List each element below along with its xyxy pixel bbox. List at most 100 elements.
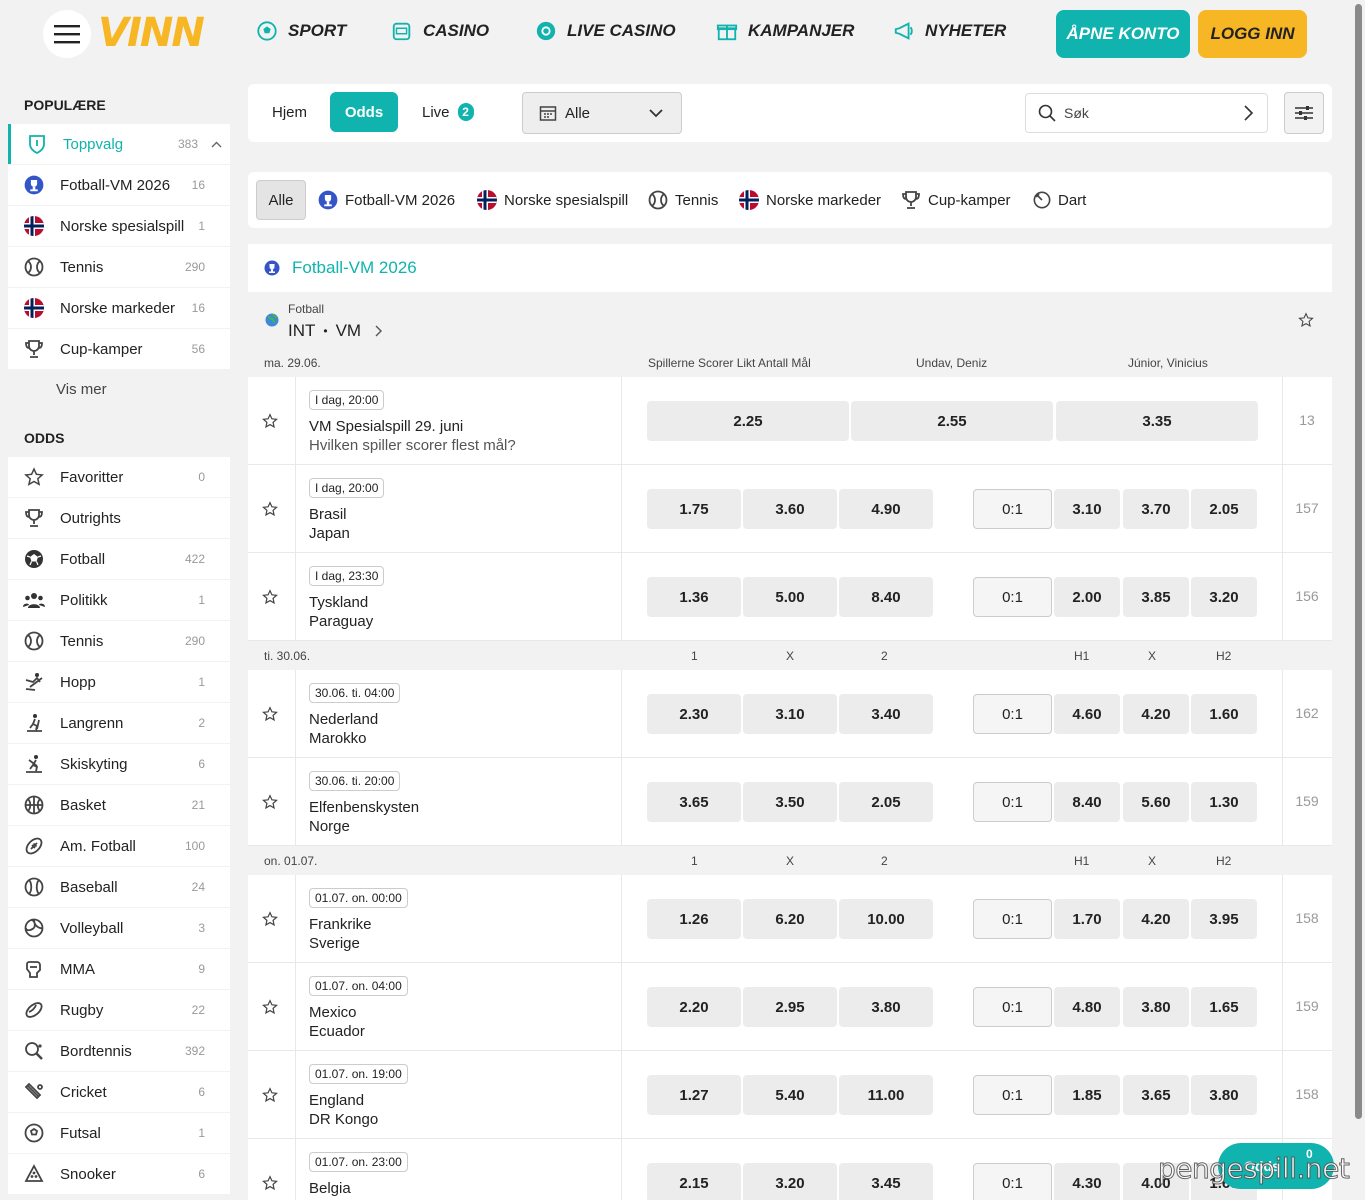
- odds-button[interactable]: 2.55: [851, 401, 1053, 441]
- handicap-odds-button[interactable]: 8.40: [1054, 782, 1120, 822]
- favorite-star-icon[interactable]: [262, 706, 278, 722]
- nav-casino[interactable]: CASINO: [391, 20, 489, 42]
- odds-button[interactable]: 3.50: [743, 782, 837, 822]
- home-team[interactable]: Brasil: [309, 506, 347, 523]
- favorite-star-icon[interactable]: [1298, 312, 1314, 328]
- more-markets-count[interactable]: 156: [1282, 588, 1332, 604]
- handicap-button[interactable]: 0:1: [973, 577, 1052, 617]
- handicap-odds-button[interactable]: 1.65: [1191, 987, 1257, 1027]
- category-chip[interactable]: Norske markeder: [739, 180, 881, 220]
- date-filter-dropdown[interactable]: Alle: [522, 92, 682, 134]
- sidebar-sport-item[interactable]: Tennis 290: [8, 621, 230, 661]
- odds-button[interactable]: 3.80: [839, 987, 933, 1027]
- page-scrollbar[interactable]: [1352, 0, 1365, 1200]
- more-markets-count[interactable]: 159: [1282, 793, 1332, 809]
- open-account-button[interactable]: ÅPNE KONTO: [1056, 10, 1190, 58]
- handicap-button[interactable]: 0:1: [973, 694, 1052, 734]
- odds-button[interactable]: 3.45: [839, 1163, 933, 1200]
- handicap-odds-button[interactable]: 3.85: [1123, 577, 1189, 617]
- handicap-button[interactable]: 0:1: [973, 1163, 1052, 1200]
- sidebar-sport-item[interactable]: Snooker 6: [8, 1154, 230, 1194]
- more-markets-count[interactable]: 162: [1282, 705, 1332, 721]
- odds-button[interactable]: 1.27: [647, 1075, 741, 1115]
- away-team[interactable]: Norge: [309, 818, 350, 835]
- tab-odds[interactable]: Odds: [330, 92, 398, 132]
- odds-button[interactable]: 3.20: [743, 1163, 837, 1200]
- sidebar-sport-item[interactable]: Baseball 24: [8, 867, 230, 907]
- search-input[interactable]: Søk: [1025, 93, 1268, 133]
- handicap-button[interactable]: 0:1: [973, 1075, 1052, 1115]
- favorite-star-icon[interactable]: [262, 794, 278, 810]
- odds-button[interactable]: 4.90: [839, 489, 933, 529]
- sidebar-sport-item[interactable]: Volleyball 3: [8, 908, 230, 948]
- favorite-star-icon[interactable]: [262, 1087, 278, 1103]
- sidebar-sport-item[interactable]: MMA 9: [8, 949, 230, 989]
- handicap-odds-button[interactable]: 1.60: [1191, 694, 1257, 734]
- away-team[interactable]: Marokko: [309, 730, 367, 747]
- handicap-odds-button[interactable]: 3.80: [1191, 1075, 1257, 1115]
- sidebar-popular-item[interactable]: Norske spesialspill 1: [8, 206, 230, 246]
- chevron-right-icon[interactable]: [1244, 105, 1253, 121]
- odds-button[interactable]: 11.00: [839, 1075, 933, 1115]
- favorite-star-icon[interactable]: [262, 999, 278, 1015]
- sidebar-popular-item[interactable]: Cup-kamper 56: [8, 329, 230, 369]
- category-chip[interactable]: Cup-kamper: [901, 180, 1011, 220]
- handicap-odds-button[interactable]: 3.95: [1191, 899, 1257, 939]
- show-more-link[interactable]: Vis mer: [56, 381, 107, 398]
- handicap-odds-button[interactable]: 4.20: [1123, 694, 1189, 734]
- sidebar-popular-item[interactable]: Fotball-VM 2026 16: [8, 165, 230, 205]
- odds-button[interactable]: 5.40: [743, 1075, 837, 1115]
- handicap-button[interactable]: 0:1: [973, 489, 1052, 529]
- handicap-odds-button[interactable]: 3.80: [1123, 987, 1189, 1027]
- sidebar-popular-item[interactable]: Tennis 290: [8, 247, 230, 287]
- odds-button[interactable]: 1.36: [647, 577, 741, 617]
- away-team[interactable]: DR Kongo: [309, 1111, 378, 1128]
- home-team[interactable]: Frankrike: [309, 916, 372, 933]
- handicap-odds-button[interactable]: 3.10: [1054, 489, 1120, 529]
- home-team[interactable]: Tyskland: [309, 594, 368, 611]
- odds-button[interactable]: 3.60: [743, 489, 837, 529]
- filter-settings-button[interactable]: [1284, 92, 1324, 134]
- odds-button[interactable]: 3.40: [839, 694, 933, 734]
- tab-live[interactable]: Live 2: [422, 92, 474, 132]
- handicap-odds-button[interactable]: 1.85: [1054, 1075, 1120, 1115]
- category-chip[interactable]: Tennis: [648, 180, 718, 220]
- sidebar-sport-item[interactable]: Cricket 6: [8, 1072, 230, 1112]
- more-markets-count[interactable]: 158: [1282, 1086, 1332, 1102]
- home-team[interactable]: Elfenbenskysten: [309, 799, 419, 816]
- handicap-odds-button[interactable]: 2.00: [1054, 577, 1120, 617]
- odds-button[interactable]: 2.20: [647, 987, 741, 1027]
- sidebar-popular-item[interactable]: Toppvalg 383: [8, 124, 230, 164]
- favorite-star-icon[interactable]: [262, 589, 278, 605]
- sidebar-sport-item[interactable]: Bordtennis 392: [8, 1031, 230, 1071]
- away-team[interactable]: Ecuador: [309, 1023, 365, 1040]
- nav-kampanjer[interactable]: KAMPANJER: [716, 20, 854, 42]
- away-team[interactable]: Sverige: [309, 935, 360, 952]
- handicap-odds-button[interactable]: 4.60: [1054, 694, 1120, 734]
- login-button[interactable]: LOGG INN: [1198, 10, 1307, 58]
- category-chip[interactable]: Dart: [1033, 180, 1086, 220]
- odds-button[interactable]: 2.95: [743, 987, 837, 1027]
- favorite-star-icon[interactable]: [262, 911, 278, 927]
- favorite-star-icon[interactable]: [262, 413, 278, 429]
- handicap-button[interactable]: 0:1: [973, 782, 1052, 822]
- odds-button[interactable]: 3.10: [743, 694, 837, 734]
- handicap-odds-button[interactable]: 4.20: [1123, 899, 1189, 939]
- more-markets-count[interactable]: 158: [1282, 910, 1332, 926]
- more-markets-count[interactable]: 157: [1282, 500, 1332, 516]
- sidebar-sport-item[interactable]: Rugby 22: [8, 990, 230, 1030]
- more-markets-count[interactable]: 13: [1282, 412, 1332, 428]
- handicap-odds-button[interactable]: 3.70: [1123, 489, 1189, 529]
- odds-button[interactable]: 6.20: [743, 899, 837, 939]
- favorite-star-icon[interactable]: [262, 501, 278, 517]
- sidebar-sport-item[interactable]: Hopp 1: [8, 662, 230, 702]
- handicap-odds-button[interactable]: 1.70: [1054, 899, 1120, 939]
- handicap-odds-button[interactable]: 4.80: [1054, 987, 1120, 1027]
- home-team[interactable]: England: [309, 1092, 364, 1109]
- handicap-odds-button[interactable]: 5.60: [1123, 782, 1189, 822]
- nav-nyheter[interactable]: NYHETER: [893, 20, 1006, 42]
- home-team[interactable]: VM Spesialspill 29. juni: [309, 418, 463, 435]
- category-chip[interactable]: Alle: [256, 180, 306, 220]
- handicap-odds-button[interactable]: 4.30: [1054, 1163, 1120, 1200]
- away-team[interactable]: Hvilken spiller scorer flest mål?: [309, 437, 516, 454]
